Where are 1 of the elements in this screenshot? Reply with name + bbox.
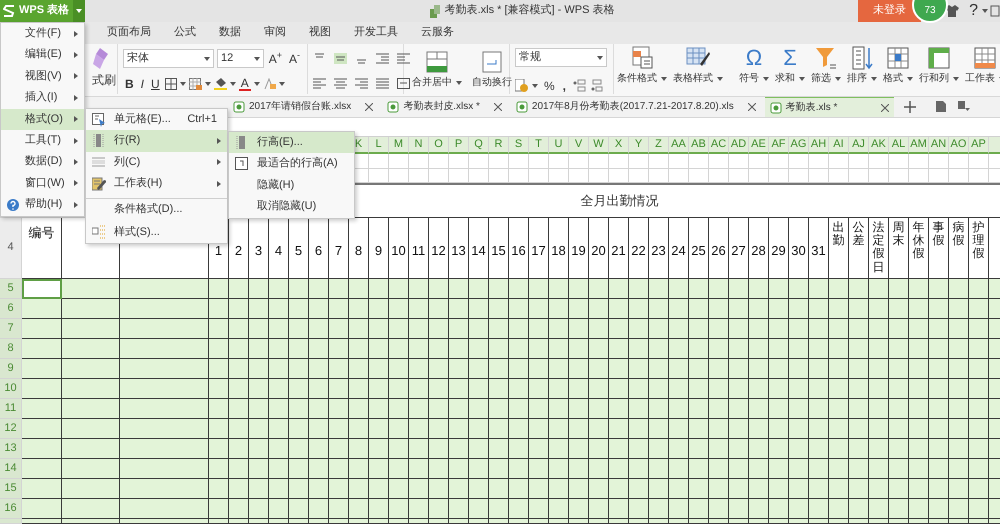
- window-title: 考勤表.xls * [兼容模式] - WPS 表格: [444, 4, 614, 18]
